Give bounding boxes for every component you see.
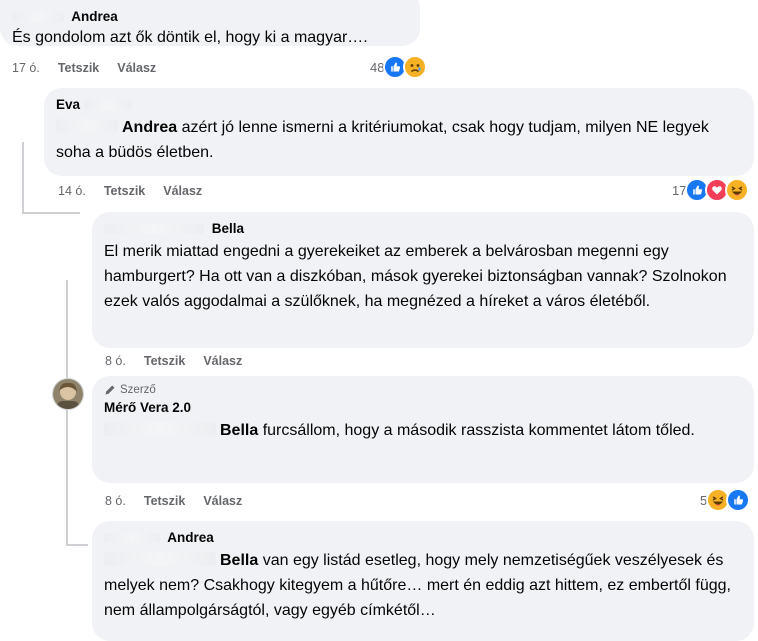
comment-text: Bella van egy listád esetleg, hogy mely … bbox=[104, 552, 731, 619]
reaction-count: 48 bbox=[370, 59, 385, 75]
redacted-name bbox=[104, 552, 216, 566]
comment-author[interactable]: Mérő Vera 2.0 bbox=[104, 399, 742, 416]
mention-link[interactable]: Andrea bbox=[122, 119, 177, 136]
redacted-name bbox=[83, 100, 132, 110]
comment-author[interactable]: Andrea bbox=[12, 8, 408, 25]
reply-button[interactable]: Válasz bbox=[117, 61, 156, 75]
reaction-count: 17 bbox=[672, 182, 687, 198]
comment-timestamp[interactable]: 14 ó. bbox=[58, 184, 86, 198]
comment-timestamp[interactable]: 8 ó. bbox=[105, 354, 126, 368]
like-button[interactable]: Tetszik bbox=[144, 354, 185, 368]
haha-icon bbox=[725, 178, 750, 202]
like-button[interactable]: Tetszik bbox=[58, 61, 99, 75]
avatar[interactable] bbox=[52, 378, 84, 410]
comment-timestamp[interactable]: 8 ó. bbox=[105, 494, 126, 508]
redacted-name bbox=[104, 533, 160, 543]
redacted-name bbox=[104, 224, 204, 234]
sad-icon bbox=[403, 55, 428, 79]
comment-actions: 8 ó. Tetszik Válasz bbox=[105, 492, 242, 510]
comment-timestamp[interactable]: 17 ó. bbox=[12, 61, 40, 75]
comment-bubble: Andrea Bella van egy listád esetleg, hog… bbox=[92, 521, 754, 641]
comment-bubble: Eva Andrea azért jó lenne ismerni a krit… bbox=[44, 88, 754, 176]
like-button[interactable]: Tetszik bbox=[104, 184, 145, 198]
mention-link[interactable]: Bella bbox=[220, 552, 258, 569]
like-button[interactable]: Tetszik bbox=[144, 494, 185, 508]
mention-link[interactable]: Bella bbox=[220, 422, 258, 439]
comment-author[interactable]: Eva bbox=[56, 96, 742, 113]
like-icon bbox=[726, 488, 751, 512]
author-badge-label: Szerző bbox=[120, 384, 156, 396]
reaction-summary[interactable]: 17 bbox=[672, 178, 750, 202]
redacted-name bbox=[56, 119, 118, 133]
redacted-name bbox=[104, 422, 216, 436]
comment-actions: 8 ó. Tetszik Válasz bbox=[105, 352, 242, 370]
reply-button[interactable]: Válasz bbox=[163, 184, 202, 198]
thread-line bbox=[66, 544, 88, 546]
comment-text: Andrea azért jó lenne ismerni a kritériu… bbox=[56, 119, 709, 161]
thread-line bbox=[22, 142, 24, 212]
reply-button[interactable]: Válasz bbox=[203, 494, 242, 508]
comment-text: El merik miattad engedni a gyerekeiket a… bbox=[104, 243, 727, 310]
comment-text: Bella furcsállom, hogy a második rasszis… bbox=[104, 418, 742, 443]
comment-author[interactable]: Andrea bbox=[104, 529, 742, 546]
author-badge: Szerző bbox=[104, 384, 742, 396]
comment-author[interactable]: Bella bbox=[104, 220, 742, 237]
pen-icon bbox=[105, 385, 115, 395]
reaction-summary[interactable]: 48 bbox=[370, 55, 428, 79]
comment-bubble: Bella El merik miattad engedni a gyereke… bbox=[92, 212, 754, 348]
comment-actions: 14 ó. Tetszik Válasz bbox=[58, 182, 202, 200]
thread-line bbox=[22, 212, 80, 214]
comment-text: És gondolom azt ők döntik el, hogy ki a … bbox=[12, 29, 368, 46]
comment-bubble: Andrea És gondolom azt ők döntik el, hog… bbox=[0, 0, 420, 46]
thread-line bbox=[66, 280, 68, 385]
redacted-name bbox=[12, 12, 64, 22]
reply-button[interactable]: Válasz bbox=[203, 354, 242, 368]
reaction-summary[interactable]: 5 bbox=[700, 488, 751, 512]
comment-actions: 17 ó. Tetszik Válasz bbox=[12, 59, 156, 77]
comment-bubble: Szerző Mérő Vera 2.0 Bella furcsállom, h… bbox=[92, 376, 754, 483]
